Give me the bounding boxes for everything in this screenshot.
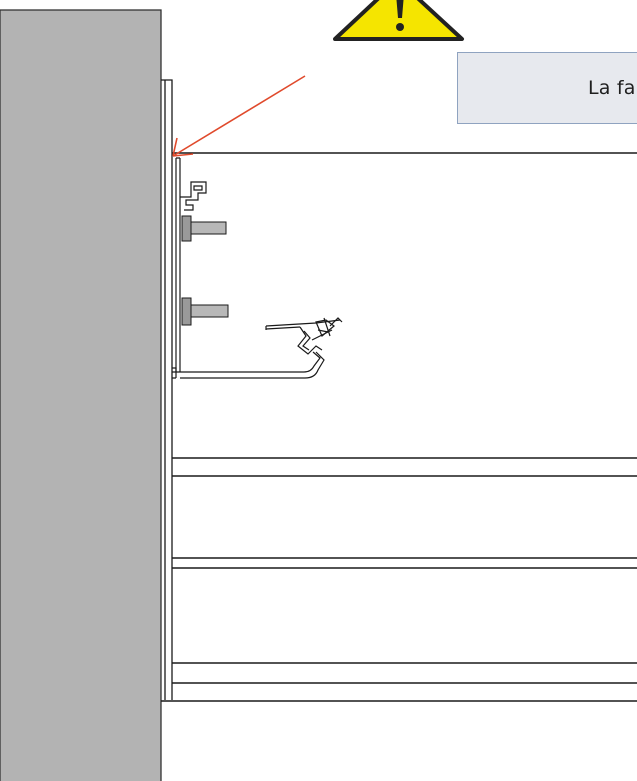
bolt-upper-head xyxy=(181,215,192,242)
diagram-canvas: La fa xyxy=(0,0,637,781)
wall-section xyxy=(0,9,162,781)
warning-triangle-icon xyxy=(333,0,464,41)
pointer-arrow xyxy=(172,75,306,157)
bolt-lower-head xyxy=(181,297,192,326)
bolt-lower-shaft xyxy=(190,304,229,318)
vertical-rail xyxy=(161,79,173,700)
fixing-bolts xyxy=(181,215,229,326)
cladding-panels xyxy=(161,152,637,702)
bolt-upper-shaft xyxy=(190,221,227,235)
panel-clip xyxy=(265,317,343,355)
mounting-profile xyxy=(172,157,325,379)
callout-text: La fa xyxy=(588,77,636,99)
callout-box: La fa xyxy=(457,52,637,124)
